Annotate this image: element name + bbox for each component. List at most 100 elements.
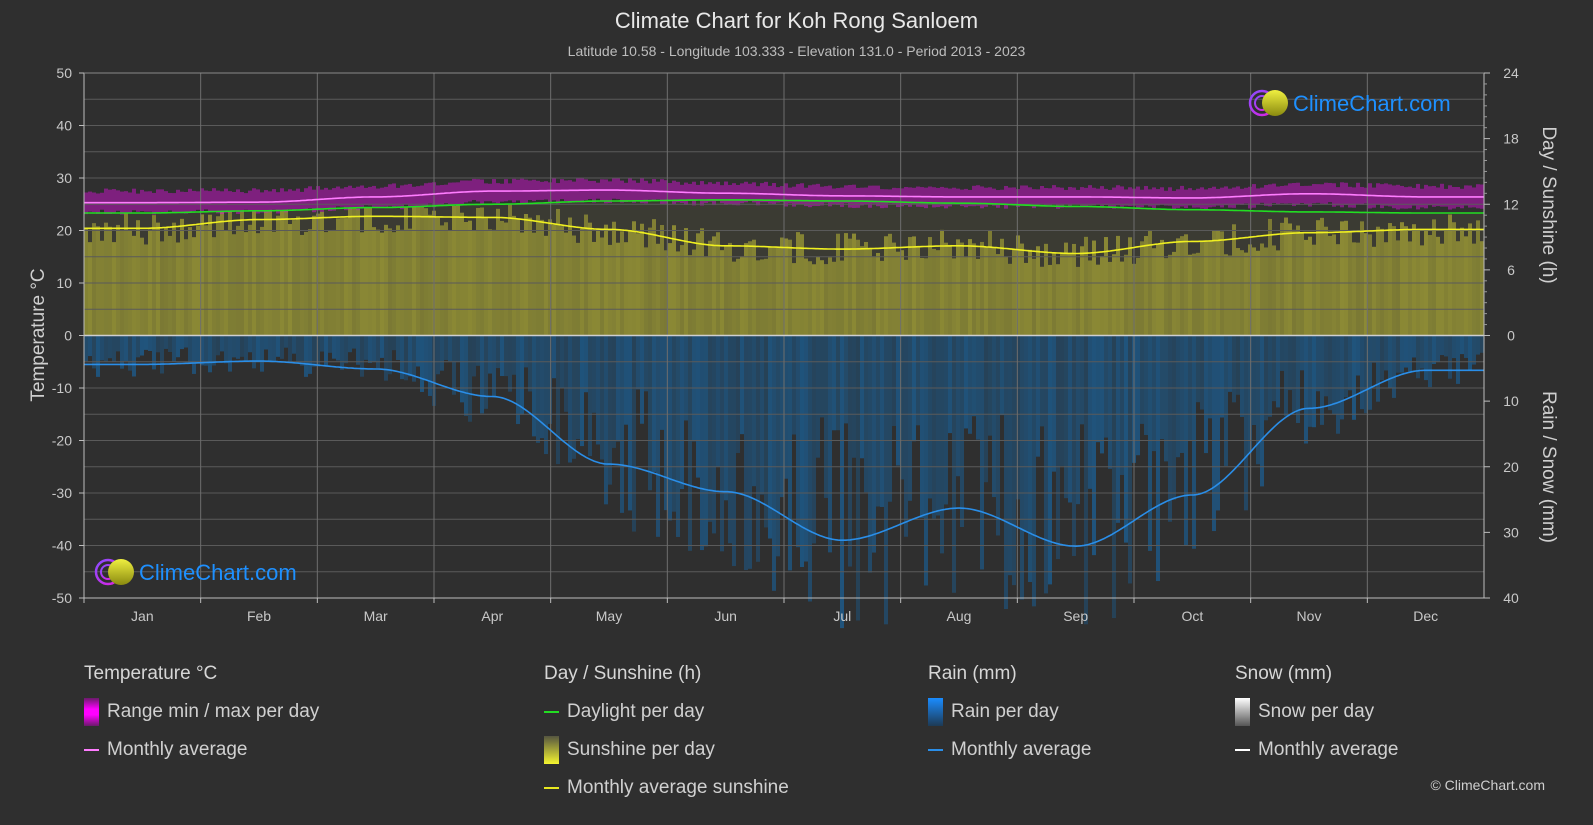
rain-bar	[924, 335, 928, 586]
sunshine-bar	[860, 246, 864, 336]
sunshine-bar	[172, 222, 176, 336]
rain-bar	[640, 335, 644, 424]
rain-bar	[980, 335, 984, 570]
sunshine-bar	[1232, 224, 1236, 336]
sunshine-bar	[1280, 222, 1284, 336]
sunshine-bar	[500, 220, 504, 336]
temperature-range-bar	[104, 188, 108, 214]
legend-label: Snow per day	[1258, 701, 1375, 722]
rain-bar	[464, 335, 468, 416]
sunshine-bar	[736, 258, 740, 336]
rain-bar	[1248, 335, 1252, 453]
rain-bar	[396, 335, 400, 361]
rain-bar	[1252, 335, 1256, 426]
temperature-range-bar	[476, 179, 480, 202]
sunshine-bar	[444, 222, 448, 336]
rain-bar	[1368, 335, 1372, 410]
temperature-range-bar	[156, 189, 160, 214]
sunshine-bar	[1152, 248, 1156, 336]
logo-bottom-left[interactable]: ClimeChart.com	[94, 558, 297, 586]
left-tick-label: -40	[52, 538, 72, 554]
sunshine-bar	[712, 236, 716, 336]
temperature-range-bar	[1012, 187, 1016, 204]
sunshine-bar	[1384, 242, 1388, 336]
temperature-range-bar	[1464, 185, 1468, 206]
temperature-range-bar	[436, 185, 440, 206]
sunshine-bar	[584, 214, 588, 336]
sunshine-bar	[184, 239, 188, 336]
sunshine-bar	[384, 224, 388, 336]
sunshine-avg-swatch	[544, 787, 559, 789]
sunshine-bar	[136, 220, 140, 336]
sunshine-bar	[428, 214, 432, 336]
temperature-range-bar	[196, 191, 200, 210]
rain-bar	[340, 335, 344, 370]
rain-bar	[1380, 335, 1384, 381]
sunshine-bar	[1424, 229, 1428, 336]
sunshine-bar	[1012, 249, 1016, 336]
sunshine-bar	[404, 206, 408, 336]
rain-bar	[272, 335, 276, 361]
sunshine-bar	[412, 206, 416, 336]
sunshine-bar	[1300, 232, 1304, 336]
temperature-range-bar	[1052, 185, 1056, 205]
rain-bar	[368, 335, 372, 363]
rain-bar	[1336, 335, 1340, 434]
temperature-range-bar	[1308, 185, 1312, 207]
sunshine-bar	[1000, 238, 1004, 336]
sunshine-bar	[392, 232, 396, 336]
legend-snow: Snow (mm) Snow per day Monthly average	[1235, 663, 1398, 775]
rain-bar	[1112, 335, 1116, 619]
sunshine-bar	[368, 207, 372, 336]
rain-bar	[420, 335, 424, 392]
rain-bar	[568, 335, 572, 463]
rain-bar	[680, 335, 684, 490]
rain-bar	[384, 335, 388, 381]
left-tick-label: -10	[52, 380, 72, 396]
rain-bar	[1220, 335, 1224, 418]
rain-bar	[688, 335, 692, 551]
x-tick-label: Jun	[714, 608, 737, 624]
temperature-range-bar	[1168, 187, 1172, 206]
rain-bar	[972, 335, 976, 417]
x-tick-label: Jul	[833, 608, 851, 624]
sunshine-bar	[936, 250, 940, 336]
sunshine-bar	[1328, 235, 1332, 336]
sunshine-bar	[552, 224, 556, 336]
sunshine-bar	[1040, 266, 1044, 336]
sunshine-bar	[764, 258, 768, 336]
rain-bar	[808, 335, 812, 602]
rain-bar	[632, 335, 636, 532]
legend-label: Monthly average	[951, 739, 1092, 760]
rain-bar	[328, 335, 332, 353]
sunshine-bar	[464, 221, 468, 336]
rain-bar	[440, 335, 444, 371]
sunshine-bar	[548, 219, 552, 336]
rain-bar	[584, 335, 588, 393]
rain-bar	[512, 335, 516, 375]
rain-bar	[1196, 335, 1200, 403]
sunshine-bar	[628, 231, 632, 336]
sunshine-bar	[528, 217, 532, 336]
sunshine-bar	[480, 207, 484, 336]
rain-bar	[1096, 335, 1100, 443]
sunshine-bar	[452, 205, 456, 336]
sunshine-bar	[236, 225, 240, 336]
sunshine-bar	[1408, 241, 1412, 336]
sunshine-bar	[96, 226, 100, 336]
sunshine-bar	[868, 248, 872, 336]
rain-bar	[1140, 335, 1144, 424]
rain-bar	[176, 335, 180, 358]
sunshine-bar	[804, 258, 808, 336]
rain-bar	[356, 335, 360, 365]
logo-top-right[interactable]: ClimeChart.com	[1248, 89, 1451, 117]
rain-bar	[988, 335, 992, 436]
rain-bar	[1008, 335, 1012, 576]
legend-label: Monthly average	[1258, 739, 1399, 760]
x-tick-label: May	[596, 608, 622, 624]
sunshine-bar	[196, 225, 200, 336]
sunshine-bar	[112, 242, 116, 336]
temperature-range-bar	[296, 188, 300, 211]
sunshine-bar	[1448, 214, 1452, 336]
rain-bar	[800, 335, 804, 568]
